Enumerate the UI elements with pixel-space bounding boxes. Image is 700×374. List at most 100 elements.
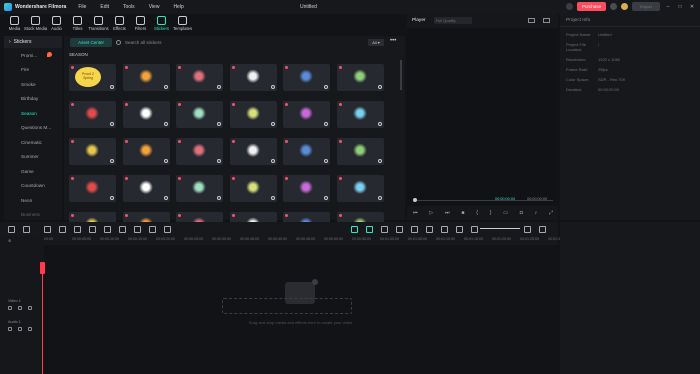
cut-icon[interactable] <box>89 225 96 233</box>
download-icon[interactable] <box>377 85 382 89</box>
redo-icon[interactable] <box>59 225 66 233</box>
player-tab[interactable]: Player <box>412 18 426 23</box>
playhead-handle[interactable] <box>40 262 45 274</box>
sticker-thumbnail[interactable] <box>336 175 384 202</box>
purchase-button[interactable]: Purchase <box>576 2 606 11</box>
quality-dropdown[interactable]: Full Quality <box>433 17 472 24</box>
delete-icon[interactable] <box>74 225 81 233</box>
sticker-thumbnail[interactable] <box>122 101 170 128</box>
cloud-icon[interactable] <box>610 3 617 10</box>
snapshot-icon[interactable] <box>527 18 535 23</box>
panel-scrollbar[interactable] <box>400 60 402 90</box>
zoom-slider[interactable] <box>480 228 520 229</box>
sticker-thumbnail[interactable] <box>229 175 277 202</box>
tool-transitions[interactable]: Transitions <box>88 14 109 36</box>
sidebar-item-summer[interactable]: Summer <box>4 150 62 165</box>
download-icon[interactable] <box>324 159 328 163</box>
sidebar-item-smoke[interactable]: Smoke <box>4 77 62 92</box>
track-visibility-icon[interactable] <box>18 306 22 310</box>
timeline-ruler[interactable]: 00:00 00:00:05:00 00:00:10:00 00:00:15:00 00… <box>44 236 567 245</box>
close-icon[interactable]: ✕ <box>688 4 696 10</box>
sticker-thumbnail[interactable] <box>176 175 223 202</box>
more-options-icon[interactable]: ••• <box>390 38 396 44</box>
download-icon[interactable] <box>377 159 382 163</box>
ai-tools-icon[interactable] <box>164 225 171 233</box>
sidebar-header[interactable]: › Stickers <box>4 36 62 48</box>
drop-zone[interactable] <box>222 298 352 314</box>
sidebar-item-game[interactable]: Game <box>4 164 62 179</box>
track-lock-icon[interactable] <box>8 327 12 331</box>
sticker-thumbnail[interactable] <box>336 138 384 165</box>
download-icon[interactable] <box>163 85 168 89</box>
zoom-in-icon[interactable] <box>524 225 531 233</box>
voiceover-icon[interactable] <box>441 225 448 233</box>
download-icon[interactable] <box>110 196 114 200</box>
download-icon[interactable] <box>217 85 221 89</box>
sticker-thumbnail[interactable] <box>122 138 170 165</box>
sticker-thumbnail[interactable] <box>69 101 116 128</box>
track-volume-icon[interactable] <box>28 327 32 331</box>
shield-icon[interactable] <box>411 225 418 233</box>
download-icon[interactable] <box>270 85 275 89</box>
track-mute-icon[interactable] <box>18 327 22 331</box>
sticker-thumbnail[interactable] <box>336 101 384 128</box>
tool-stickers[interactable]: Stickers <box>151 14 172 36</box>
layout-icon[interactable] <box>8 225 15 233</box>
download-icon[interactable] <box>324 196 328 200</box>
track-mute-icon[interactable] <box>28 306 32 310</box>
download-icon[interactable] <box>110 159 114 163</box>
crop-icon[interactable] <box>104 225 111 233</box>
mark-out-icon[interactable]: } <box>490 210 492 216</box>
sticker-thumbnail[interactable] <box>176 101 223 128</box>
sidebar-item-business[interactable]: Business <box>4 208 62 223</box>
menu-help[interactable]: Help <box>173 4 183 10</box>
add-track-icon[interactable]: ⊕ <box>0 238 44 243</box>
sticker-thumbnail[interactable] <box>69 138 116 165</box>
sticker-thumbnail[interactable] <box>283 64 330 91</box>
sticker-thumbnail[interactable] <box>229 138 277 165</box>
tool-effects[interactable]: Effects <box>109 14 130 36</box>
download-icon[interactable] <box>217 159 221 163</box>
download-icon[interactable] <box>377 122 382 126</box>
sticker-thumbnail[interactable] <box>229 101 277 128</box>
sticker-thumbnail[interactable] <box>122 175 170 202</box>
tool-filters[interactable]: Filters <box>130 14 151 36</box>
tool-templates[interactable]: Templates <box>172 14 193 36</box>
marker-icon[interactable] <box>381 225 388 233</box>
export-button[interactable]: Export <box>632 2 660 11</box>
search-bar[interactable]: Search all stickers <box>116 38 366 47</box>
sidebar-item-birthday[interactable]: Birthday <box>4 92 62 107</box>
download-icon[interactable] <box>324 122 328 126</box>
download-icon[interactable] <box>270 196 275 200</box>
display-icon[interactable]: ▭ <box>503 210 508 216</box>
sticker-thumbnail[interactable] <box>69 175 116 202</box>
timeline-tracks[interactable]: Drag and drop media and effects here to … <box>44 245 558 374</box>
volume-icon[interactable]: ♪ <box>535 210 538 216</box>
download-icon[interactable] <box>217 196 221 200</box>
tool-media[interactable]: Media <box>4 14 25 36</box>
download-icon[interactable] <box>110 85 114 89</box>
mark-in-icon[interactable]: { <box>476 210 478 216</box>
sticker-thumbnail[interactable] <box>283 101 330 128</box>
mixer-icon[interactable] <box>396 225 403 233</box>
minimize-icon[interactable]: – <box>664 4 672 10</box>
speed-icon[interactable] <box>149 225 156 233</box>
download-icon[interactable] <box>110 122 114 126</box>
notification-icon[interactable] <box>565 3 573 10</box>
sidebar-item-neon[interactable]: Neon <box>4 193 62 208</box>
sticker-thumbnail[interactable] <box>176 138 223 165</box>
sticker-thumbnail[interactable]: Proud 2 Spring <box>69 64 116 91</box>
menu-file[interactable]: File <box>78 4 86 10</box>
expand-icon[interactable]: ⤢ <box>549 210 553 216</box>
download-icon[interactable] <box>217 122 221 126</box>
sidebar-item-promo[interactable]: Promi... <box>4 48 62 63</box>
sticker-thumbnail[interactable] <box>229 64 277 91</box>
stop-icon[interactable]: ■ <box>461 210 464 216</box>
download-icon[interactable] <box>377 196 382 200</box>
sticker-thumbnail[interactable] <box>176 64 223 91</box>
sidebar-item-season[interactable]: Season <box>4 106 62 121</box>
filter-dropdown[interactable]: All ▾ <box>368 39 384 46</box>
playhead[interactable] <box>42 262 43 374</box>
asset-center-button[interactable]: Asset Center <box>70 38 112 47</box>
sticker-thumbnail[interactable] <box>283 138 330 165</box>
